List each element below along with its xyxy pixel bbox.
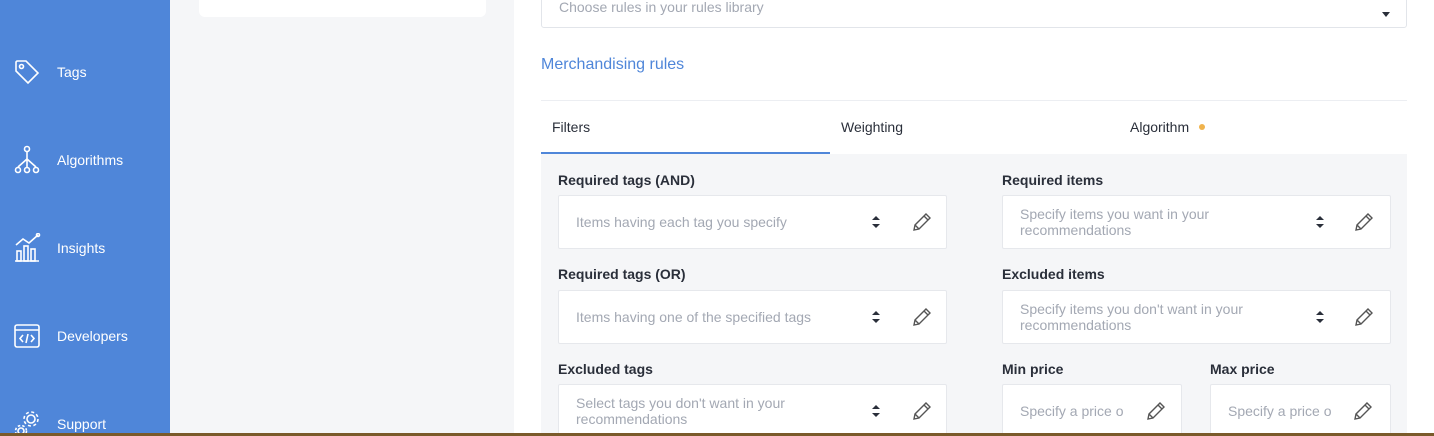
sidebar-item-label: Tags [57, 64, 87, 80]
excluded-items-label: Excluded items [1002, 266, 1105, 282]
tab-weighting[interactable]: Weighting [841, 101, 903, 153]
sort-arrows-icon [1316, 310, 1324, 324]
pencil-icon[interactable] [1354, 307, 1374, 327]
excluded-tags-select[interactable]: Select tags you don't want in your recom… [558, 384, 947, 436]
sort-arrows-icon [872, 310, 880, 324]
section-title: Merchandising rules [541, 56, 685, 73]
pencil-icon[interactable] [912, 212, 932, 232]
sidebar-item-insights[interactable]: Insights [0, 218, 170, 278]
secondary-column [170, 0, 514, 436]
code-window-icon [12, 321, 42, 351]
required-tags-or-placeholder: Items having one of the specified tags [576, 309, 812, 325]
sidebar-item-label: Insights [57, 240, 106, 256]
status-dot-icon [1199, 124, 1206, 130]
required-items-select[interactable]: Specify items you want in your recommend… [1002, 195, 1391, 249]
excluded-items-placeholder: Specify items you don't want in your rec… [1020, 301, 1243, 333]
caret-down-icon [1382, 5, 1390, 23]
sidebar: Tags Algorithms Insights Developers Supp… [0, 0, 170, 436]
rules-library-select[interactable]: Choose rules in your rules library [541, 0, 1407, 28]
required-tags-or-label: Required tags (OR) [558, 266, 686, 282]
min-price-input[interactable]: Specify a price or [1002, 384, 1182, 436]
sort-arrows-icon [872, 404, 880, 418]
tab-label: Algorithm [1130, 119, 1190, 135]
max-price-label: Max price [1210, 361, 1275, 377]
min-price-label: Min price [1002, 361, 1064, 377]
sidebar-item-algorithms[interactable]: Algorithms [0, 130, 170, 190]
max-price-placeholder: Specify a price or [1228, 403, 1332, 419]
required-items-placeholder: Specify items you want in your recommend… [1020, 206, 1210, 238]
secondary-card [199, 0, 486, 17]
pencil-icon[interactable] [912, 307, 932, 327]
tab-label: Filters [552, 119, 591, 135]
sidebar-item-label: Algorithms [57, 152, 124, 168]
required-tags-and-placeholder: Items having each tag you specify [576, 214, 787, 230]
sort-arrows-icon [1316, 215, 1324, 229]
tab-algorithm[interactable]: Algorithm [1130, 101, 1206, 153]
gears-icon [12, 409, 42, 436]
required-tags-or-select[interactable]: Items having one of the specified tags [558, 290, 947, 344]
sidebar-item-developers[interactable]: Developers [0, 306, 170, 366]
required-items-label: Required items [1002, 172, 1104, 188]
pencil-icon[interactable] [1354, 212, 1374, 232]
excluded-tags-label: Excluded tags [558, 361, 653, 377]
divider [541, 100, 1407, 101]
sidebar-item-tags[interactable]: Tags [0, 42, 170, 102]
sort-arrows-icon [872, 215, 880, 229]
pencil-icon[interactable] [1353, 401, 1373, 421]
max-price-input[interactable]: Specify a price or [1210, 384, 1391, 436]
required-tags-and-label: Required tags (AND) [558, 172, 695, 188]
tab-filters[interactable]: Filters [552, 101, 590, 153]
excluded-tags-placeholder: Select tags you don't want in your recom… [576, 395, 785, 427]
pencil-icon[interactable] [912, 401, 932, 421]
sidebar-item-support[interactable]: Support [0, 394, 170, 436]
sidebar-item-label: Support [57, 416, 107, 432]
excluded-items-select[interactable]: Specify items you don't want in your rec… [1002, 290, 1391, 344]
chart-icon [12, 233, 42, 263]
pencil-icon[interactable] [1146, 401, 1166, 421]
required-tags-and-select[interactable]: Items having each tag you specify [558, 195, 947, 249]
rules-library-placeholder: Choose rules in your rules library [559, 0, 764, 15]
min-price-placeholder: Specify a price or [1020, 403, 1124, 419]
tag-icon [12, 57, 42, 87]
tab-label: Weighting [841, 119, 904, 135]
sidebar-item-label: Developers [57, 328, 128, 344]
algorithm-tree-icon [12, 145, 42, 175]
